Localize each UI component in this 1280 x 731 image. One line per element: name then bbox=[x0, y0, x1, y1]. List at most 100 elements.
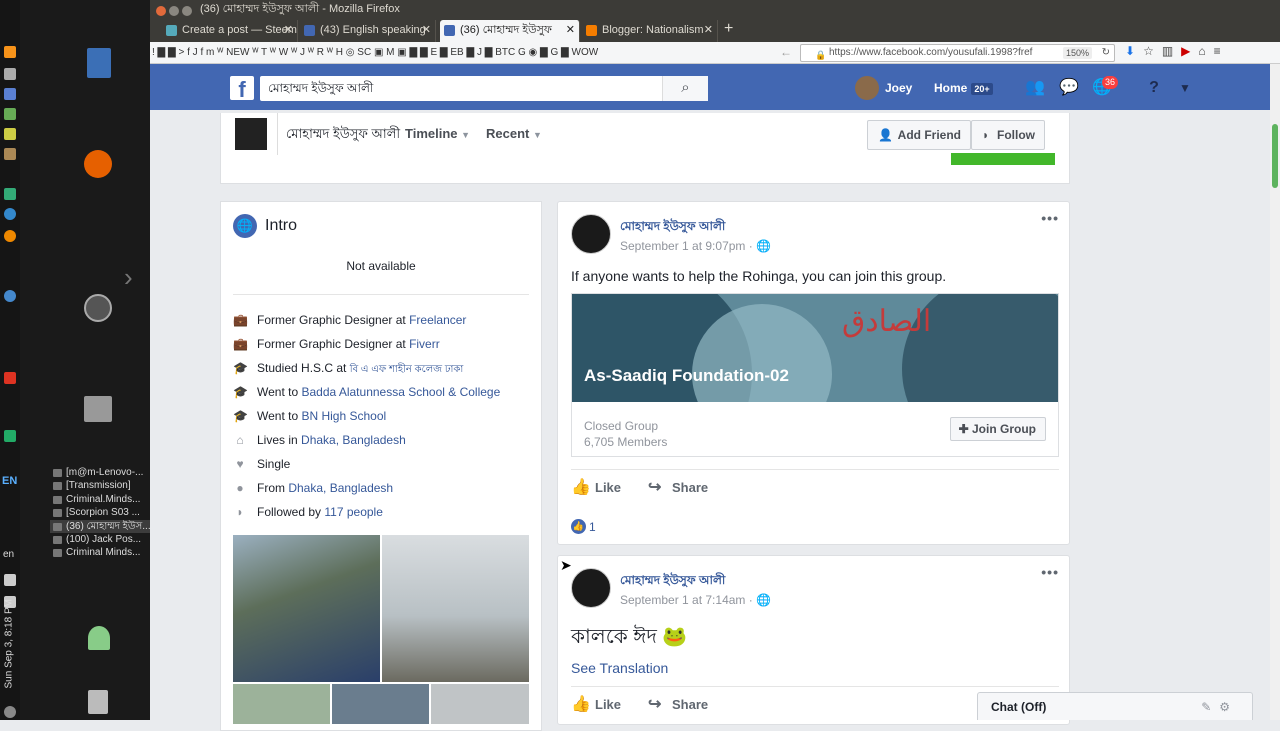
window-item[interactable]: Criminal Minds... bbox=[50, 546, 150, 559]
window-item[interactable]: Criminal.Minds... bbox=[50, 493, 150, 506]
app-icon[interactable] bbox=[4, 88, 16, 100]
reactions-count[interactable]: 👍 1 bbox=[571, 519, 596, 534]
like-button[interactable]: 👍 Like bbox=[571, 479, 621, 496]
facebook-logo-icon[interactable]: f bbox=[230, 76, 254, 102]
follow-button[interactable]: ◗ Follow bbox=[971, 120, 1045, 150]
tab-blogger[interactable]: Blogger: Nationalism ✕ bbox=[582, 20, 718, 42]
back-arrow-icon[interactable]: ← bbox=[780, 45, 792, 59]
close-tab-icon[interactable]: ✕ bbox=[704, 20, 713, 40]
chevron-down-icon[interactable]: ▼ bbox=[1174, 78, 1196, 100]
post-author-name[interactable]: মোহাম্মদ ইউসুফ আলী bbox=[620, 572, 725, 592]
profile-link[interactable]: Joey bbox=[855, 76, 912, 100]
profile-thumbnail[interactable] bbox=[235, 118, 267, 150]
edit-icon[interactable] bbox=[4, 68, 16, 80]
post-author-avatar[interactable] bbox=[571, 214, 611, 254]
app-icon[interactable] bbox=[4, 230, 16, 242]
share-button[interactable]: ↪ Share bbox=[648, 696, 708, 713]
intro-link[interactable]: Freelancer bbox=[409, 313, 466, 327]
close-tab-icon[interactable]: ✕ bbox=[422, 20, 431, 40]
youtube-icon[interactable]: ▶ bbox=[1181, 44, 1198, 58]
lock-icon[interactable]: 🔒 bbox=[815, 47, 826, 63]
add-friend-button[interactable]: 👤 Add Friend bbox=[867, 120, 971, 150]
close-tab-icon[interactable]: ✕ bbox=[284, 20, 293, 40]
maximize-window-button[interactable] bbox=[182, 6, 192, 16]
intro-link[interactable]: Dhaka, Bangladesh bbox=[301, 433, 406, 447]
window-item[interactable]: [Scorpion S03 ... bbox=[50, 506, 150, 519]
volume-icon[interactable] bbox=[4, 574, 16, 586]
menu-icon[interactable]: ≡ bbox=[1214, 44, 1229, 58]
chrome-icon[interactable] bbox=[4, 290, 16, 302]
trash-icon[interactable] bbox=[88, 690, 108, 714]
photo-thumbnail[interactable] bbox=[431, 684, 529, 724]
telegram-icon[interactable] bbox=[4, 430, 16, 442]
filezilla-icon[interactable] bbox=[4, 372, 16, 384]
photo-thumbnail[interactable] bbox=[233, 535, 380, 682]
files-icon[interactable] bbox=[84, 396, 112, 422]
group-name[interactable]: As-Saadiq Foundation-02 bbox=[584, 366, 789, 386]
bookmark-star-icon[interactable]: ☆ bbox=[1143, 44, 1162, 58]
search-icon[interactable]: ⌕ bbox=[662, 76, 708, 101]
messenger-icon[interactable]: 💬 bbox=[1058, 78, 1080, 100]
intro-link[interactable]: Dhaka, Bangladesh bbox=[288, 481, 393, 495]
group-cover-image[interactable]: الصادق As-Saadiq Foundation-02 bbox=[572, 294, 1058, 402]
chat-options-icon[interactable]: ✎⚙ bbox=[1201, 693, 1238, 721]
photo-thumbnail[interactable] bbox=[332, 684, 429, 724]
intro-link[interactable]: BN High School bbox=[301, 409, 386, 423]
recent-tab[interactable]: Recent ▼ bbox=[486, 113, 542, 155]
app-icon[interactable] bbox=[4, 148, 16, 160]
reload-icon[interactable]: ↻ bbox=[1102, 45, 1110, 61]
home-button[interactable]: Home 20+ bbox=[934, 76, 993, 100]
minimize-window-button[interactable] bbox=[169, 6, 179, 16]
intro-link[interactable]: 117 people bbox=[324, 505, 383, 519]
friend-requests-icon[interactable]: 👥 bbox=[1024, 78, 1046, 100]
profile-name[interactable]: মোহাম্মদ ইউসুফ আলী bbox=[277, 113, 400, 155]
post-timestamp[interactable]: September 1 at 7:14am · 🌐 bbox=[620, 593, 771, 607]
see-translation-link[interactable]: See Translation bbox=[571, 660, 668, 676]
intro-link[interactable]: Badda Alatunnessa School & College bbox=[301, 385, 500, 399]
post-timestamp[interactable]: September 1 at 9:07pm · 🌐 bbox=[620, 239, 771, 253]
intro-link[interactable]: Fiverr bbox=[409, 337, 440, 351]
timeline-tab[interactable]: Timeline ▼ bbox=[405, 113, 470, 155]
window-item[interactable]: [m@m-Lenovo-... bbox=[50, 466, 150, 479]
power-icon[interactable] bbox=[4, 706, 16, 718]
page-scrollbar[interactable] bbox=[1270, 64, 1280, 720]
window-item-active[interactable]: (36) মোহাম্মদ ইউস... bbox=[50, 519, 150, 534]
home-icon[interactable]: ⌂ bbox=[1198, 44, 1213, 58]
search-input[interactable]: মোহাম্মদ ইউসুফ আলী ⌕ bbox=[260, 76, 708, 101]
close-tab-icon[interactable]: ✕ bbox=[566, 20, 575, 40]
join-group-button[interactable]: ✚ Join Group bbox=[949, 417, 1046, 441]
more-options-icon[interactable]: ••• bbox=[1041, 564, 1059, 580]
tab-profile-active[interactable]: (36) মোহাম্মদ ইউসুফ ✕ bbox=[440, 20, 580, 42]
chat-sidebar-toggle[interactable]: Chat (Off) ✎⚙ bbox=[977, 692, 1253, 720]
tab-steem[interactable]: Create a post — Steem ✕ bbox=[162, 20, 298, 42]
bookmarks-toolbar[interactable]: ! ▇ ▇ > f J f m ᵂ NEW ᵂ T ᵂ W ᵂ J ᵂ R ᵂ … bbox=[152, 45, 772, 61]
library-icon[interactable]: ▥ bbox=[1162, 44, 1181, 58]
browser-icon[interactable] bbox=[4, 208, 16, 220]
monitor-icon[interactable] bbox=[4, 188, 16, 200]
clock[interactable]: Sun Sep 3, 8:18 PM bbox=[4, 599, 15, 689]
like-button[interactable]: 👍 Like bbox=[571, 696, 621, 713]
download-icon[interactable]: ⬇ bbox=[1125, 44, 1143, 58]
help-icon[interactable]: ? bbox=[1143, 78, 1165, 100]
close-window-button[interactable] bbox=[156, 6, 166, 16]
window-item[interactable]: (100) Jack Pos... bbox=[50, 533, 150, 546]
post-author-avatar[interactable] bbox=[571, 568, 611, 608]
firefox-icon[interactable] bbox=[84, 150, 112, 178]
intro-link[interactable]: বি এ এফ শাহীন কলেজ ঢাকা bbox=[350, 364, 464, 375]
keyboard-layout-label[interactable]: EN bbox=[2, 475, 17, 487]
bitcoin-icon[interactable] bbox=[4, 46, 16, 58]
ubuntu-icon[interactable] bbox=[84, 294, 112, 322]
hidden-green-button[interactable] bbox=[951, 153, 1055, 165]
document-icon[interactable] bbox=[87, 48, 111, 78]
tab-english-speaking[interactable]: (43) English speaking ✕ bbox=[300, 20, 436, 42]
group-attachment[interactable]: الصادق As-Saadiq Foundation-02 Closed Gr… bbox=[571, 293, 1059, 457]
share-button[interactable]: ↪ Share bbox=[648, 479, 708, 496]
photo-thumbnail[interactable] bbox=[233, 684, 330, 724]
url-bar[interactable]: 🔒 https://www.facebook.com/yousufali.199… bbox=[800, 44, 1115, 62]
more-options-icon[interactable]: ••• bbox=[1041, 210, 1059, 226]
scrollbar-thumb[interactable] bbox=[1272, 124, 1278, 188]
new-tab-button[interactable]: + bbox=[724, 18, 733, 40]
post-author-name[interactable]: মোহাম্মদ ইউসুফ আলী bbox=[620, 218, 725, 238]
chevron-right-icon[interactable]: › bbox=[124, 262, 133, 293]
language-label[interactable]: en bbox=[3, 549, 14, 560]
